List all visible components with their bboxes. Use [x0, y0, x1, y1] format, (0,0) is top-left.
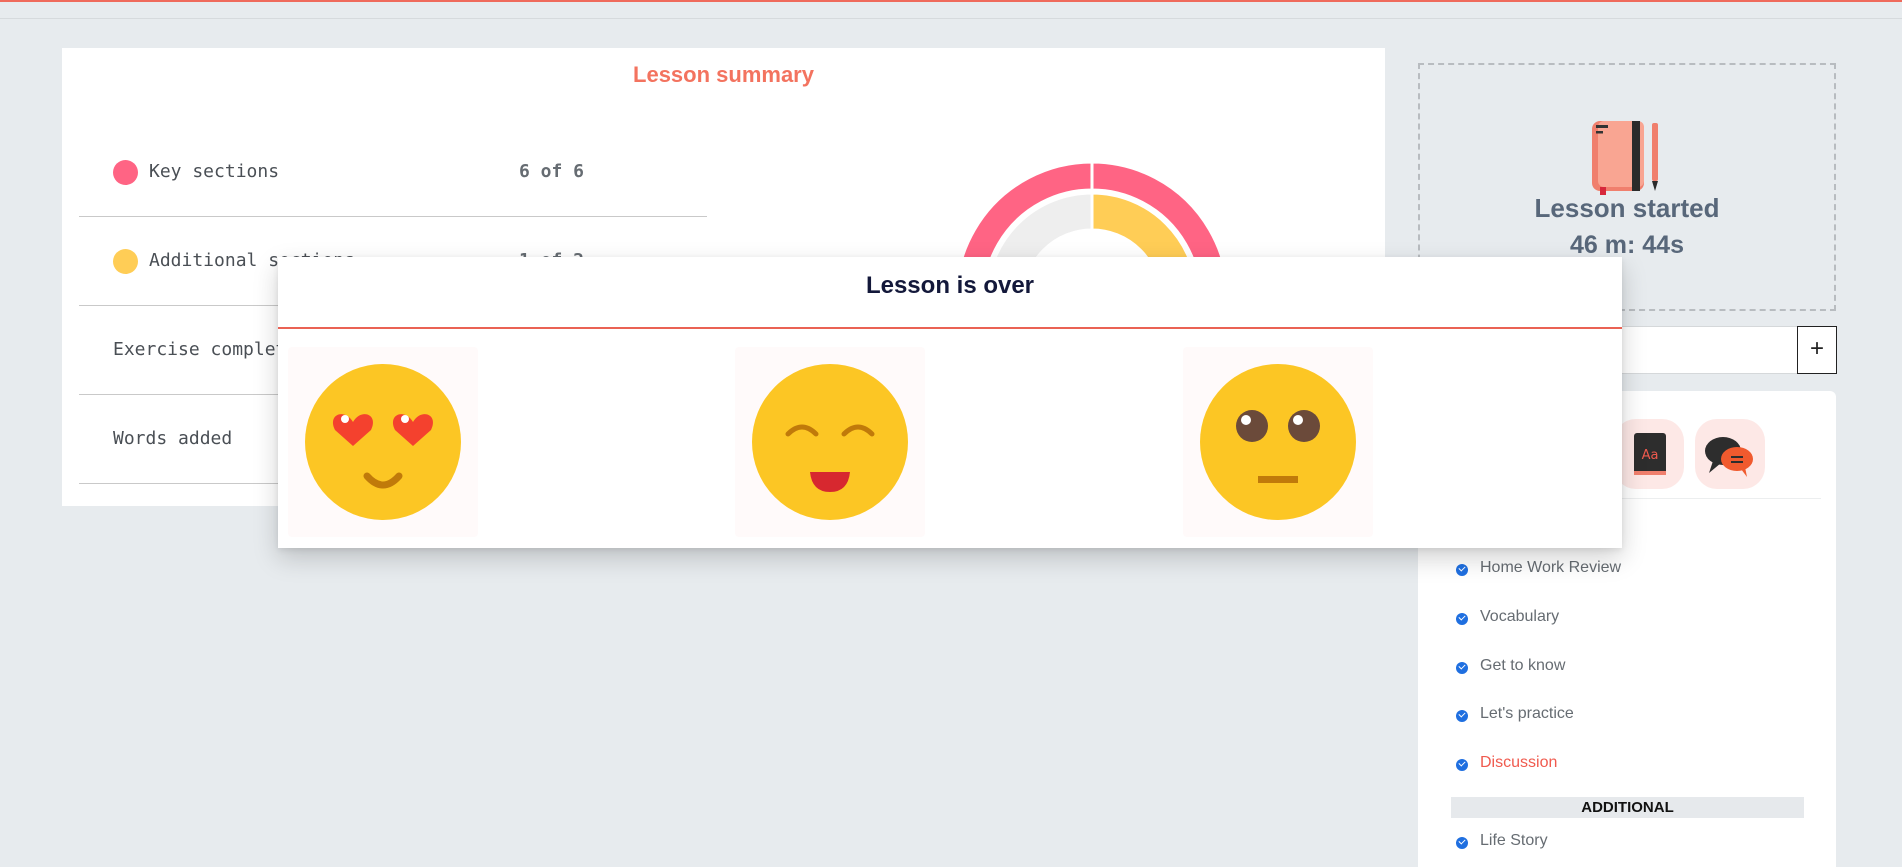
check-icon	[1456, 564, 1468, 576]
lesson-over-modal: Lesson is over	[278, 257, 1622, 548]
section-item-label: Home Work Review	[1480, 559, 1622, 576]
modal-title: Lesson is over	[865, 272, 1035, 299]
stat-label: Key sections	[149, 161, 280, 182]
section-item-label: Discussion	[1480, 754, 1558, 771]
section-item-label: Vocabulary	[1480, 608, 1560, 625]
check-icon	[1456, 837, 1468, 849]
key-sections-legend-dot	[113, 160, 138, 185]
lesson-started-title: Lesson started	[1534, 193, 1720, 223]
neutral-emoji-icon	[1200, 364, 1356, 520]
section-item-label: Life Story	[1480, 832, 1548, 849]
stat-label: Words added	[113, 428, 233, 449]
additional-sections-legend-dot	[113, 249, 138, 274]
summary-title: Lesson summary	[633, 62, 814, 87]
add-button[interactable]: +	[1797, 326, 1837, 374]
dictionary-tool-button[interactable]: Aa	[1614, 419, 1684, 489]
check-icon	[1456, 662, 1468, 674]
notebook-icon	[1592, 121, 1658, 195]
rating-love-button[interactable]	[288, 347, 478, 537]
stat-value: 6 of 6	[519, 161, 585, 182]
modal-title-divider	[278, 327, 1622, 329]
heart-eyes-emoji-icon	[305, 364, 461, 520]
check-icon	[1456, 759, 1468, 771]
stat-row-key-sections: Key sections 6 of 6	[79, 128, 707, 217]
section-item-label: Let's practice	[1480, 705, 1574, 722]
svg-text:Aa: Aa	[1642, 448, 1659, 463]
dictionary-icon: Aa	[1634, 433, 1666, 475]
smiling-emoji-icon	[752, 364, 908, 520]
check-icon	[1456, 613, 1468, 625]
rating-happy-button[interactable]	[735, 347, 925, 537]
chat-tool-button[interactable]	[1695, 419, 1765, 489]
lesson-timer: 46 m: 44s	[1570, 231, 1684, 259]
rating-neutral-button[interactable]	[1183, 347, 1373, 537]
frame-edge	[0, 18, 1902, 19]
check-icon	[1456, 710, 1468, 722]
section-item-label: Get to know	[1480, 657, 1566, 674]
top-accent-line	[0, 0, 1902, 2]
additional-heading: ADDITIONAL	[1451, 797, 1804, 818]
chat-icon	[1705, 437, 1753, 477]
